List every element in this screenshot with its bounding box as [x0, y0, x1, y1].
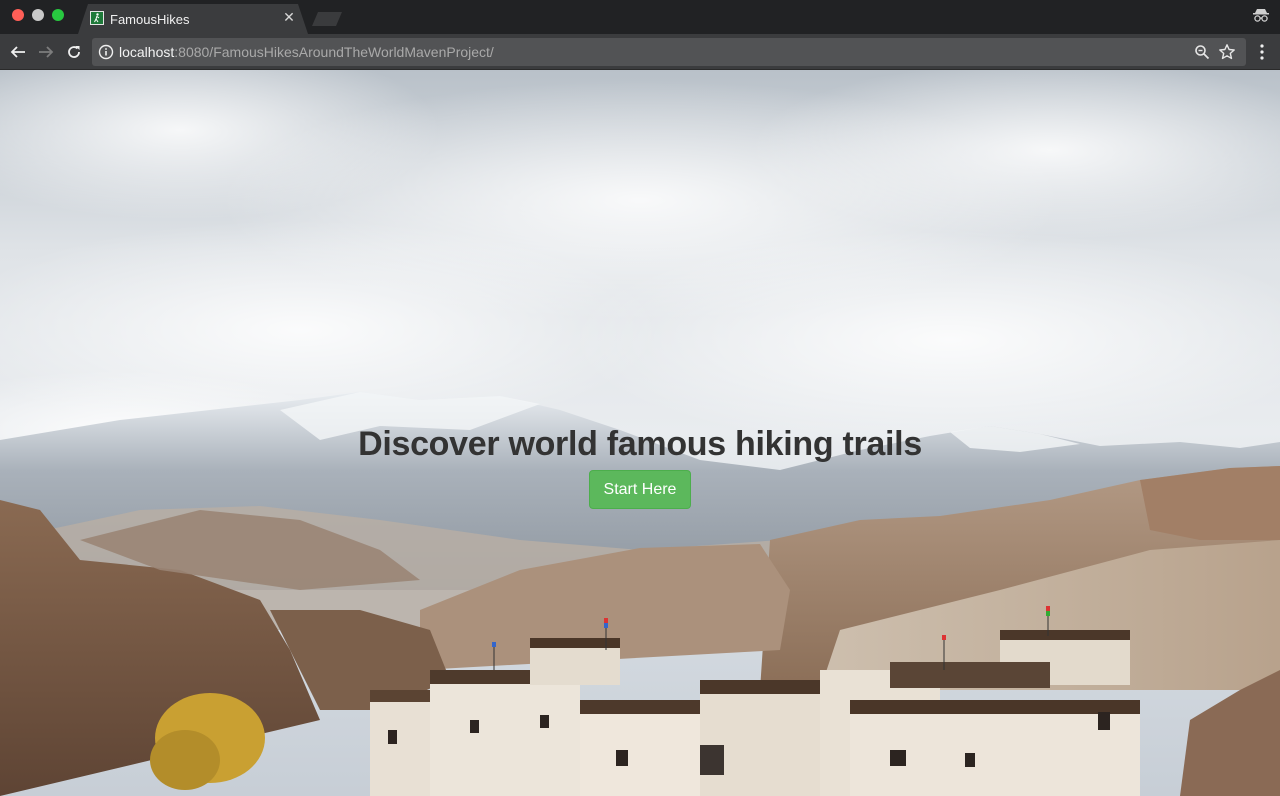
- url-path: :8080/FamousHikesAroundTheWorldMavenProj…: [174, 44, 494, 60]
- tab-title: FamousHikes: [110, 12, 190, 27]
- star-icon[interactable]: [1218, 43, 1236, 61]
- menu-icon[interactable]: [1252, 42, 1272, 62]
- info-icon[interactable]: [98, 44, 114, 60]
- back-arrow-icon[interactable]: [6, 40, 30, 64]
- hero-section: Discover world famous hiking trails Star…: [0, 424, 1280, 509]
- page-viewport: Discover world famous hiking trails Star…: [0, 70, 1280, 796]
- url-host: localhost: [119, 44, 175, 60]
- zoom-icon[interactable]: [1194, 44, 1210, 60]
- hero-heading: Discover world famous hiking trails: [358, 425, 922, 463]
- browser-tab[interactable]: FamousHikes ✕: [78, 4, 308, 34]
- hiker-favicon-icon: [90, 11, 104, 25]
- minimize-window-button[interactable]: [32, 9, 44, 21]
- forward-arrow-icon[interactable]: [34, 40, 58, 64]
- browser-toolbar: localhost:8080/FamousHikesAroundTheWorld…: [0, 34, 1280, 70]
- address-bar[interactable]: localhost:8080/FamousHikesAroundTheWorld…: [92, 38, 1246, 66]
- new-tab-button[interactable]: [312, 12, 342, 26]
- close-window-button[interactable]: [12, 9, 24, 21]
- zoom-window-button[interactable]: [52, 9, 64, 21]
- incognito-icon: [1252, 6, 1270, 24]
- start-here-button[interactable]: Start Here: [588, 470, 692, 509]
- tab-close-icon[interactable]: ✕: [280, 9, 298, 27]
- browser-tabstrip: FamousHikes ✕: [0, 0, 1280, 34]
- reload-icon[interactable]: [62, 40, 86, 64]
- url-text[interactable]: localhost:8080/FamousHikesAroundTheWorld…: [119, 44, 494, 60]
